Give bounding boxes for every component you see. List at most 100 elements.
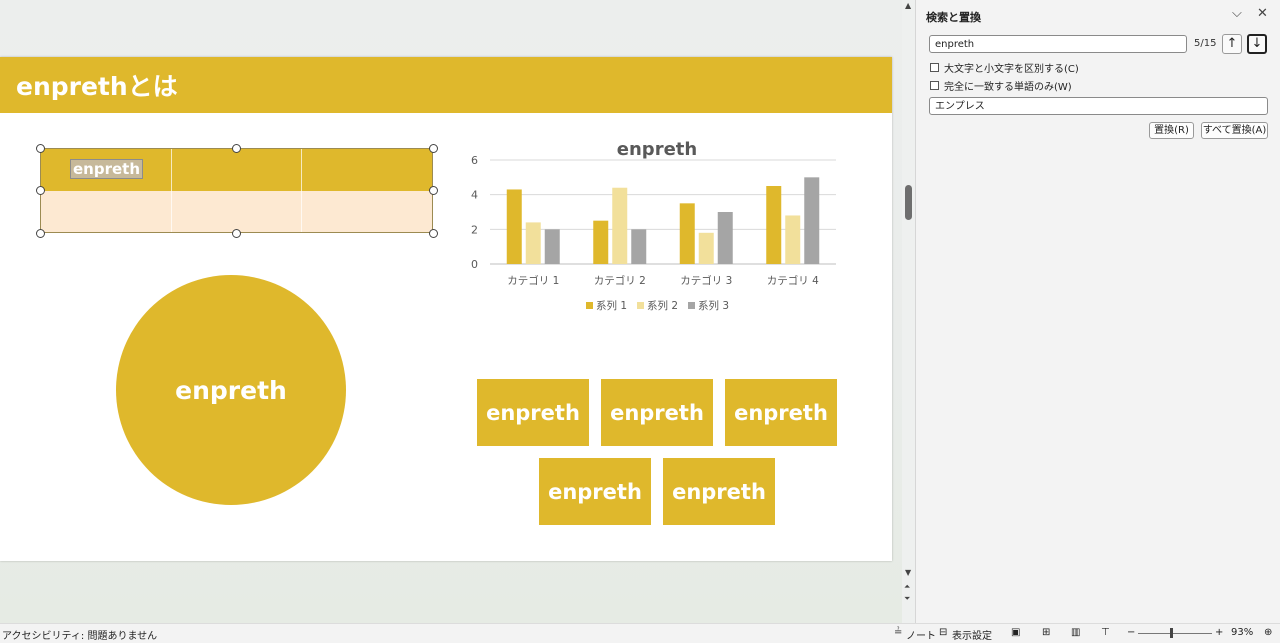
x-tick-label: カテゴリ 2 [594, 274, 646, 287]
match-case-label: 大文字と小文字を区別する(C) [944, 64, 1079, 75]
status-bar: アクセシビリティ: 問題ありません ≟ ノート ⊟ 表示設定 ▣ ⊞ ▥ ⊤ −… [0, 623, 1280, 643]
x-tick-label: カテゴリ 3 [680, 274, 732, 287]
reading-view-icon[interactable]: ▥ [1071, 627, 1080, 638]
legend-label: 系列 3 [698, 299, 729, 312]
text-box[interactable]: enpreth [725, 379, 837, 446]
whole-word-option[interactable]: 完全に一致する単語のみ(W) [930, 78, 1072, 93]
whole-word-label: 完全に一致する単語のみ(W) [944, 82, 1072, 93]
chart-bar [698, 232, 714, 264]
x-tick-label: カテゴリ 4 [767, 274, 819, 287]
resize-handle[interactable] [36, 229, 45, 238]
text-box-label: enpreth [486, 400, 580, 425]
text-box[interactable]: enpreth [477, 379, 589, 446]
slide-sorter-icon[interactable]: ⊞ [1042, 627, 1050, 638]
resize-handle[interactable] [232, 144, 241, 153]
chart-bar [612, 187, 628, 264]
y-tick-label: 4 [471, 189, 478, 202]
slide-table[interactable]: enpreth [40, 148, 433, 233]
text-box[interactable]: enpreth [663, 458, 775, 525]
circle-text: enpreth [175, 375, 287, 405]
slide-title[interactable]: enprethとは [16, 67, 178, 103]
resize-handle[interactable] [429, 229, 438, 238]
notes-button[interactable]: ノート [906, 627, 936, 642]
chart-bar [593, 220, 609, 264]
text-box-label: enpreth [610, 400, 704, 425]
text-box-label: enpreth [548, 479, 642, 504]
table-cell[interactable] [302, 149, 432, 191]
arrow-down-icon[interactable]: ↓ [1247, 34, 1267, 54]
notes-icon[interactable]: ≟ [894, 627, 902, 638]
table-cell[interactable] [172, 191, 303, 232]
replace-button[interactable]: 置換(R) [1149, 122, 1194, 139]
chart-bar [679, 203, 695, 264]
chart-bar [785, 215, 801, 264]
resize-handle[interactable] [36, 144, 45, 153]
scroll-up-icon[interactable]: ▲ [905, 1, 911, 10]
table-cell-text[interactable]: enpreth [69, 159, 144, 179]
y-tick-label: 6 [471, 154, 478, 167]
zoom-slider[interactable] [1138, 633, 1212, 634]
previous-slide-icon[interactable]: ⏶ [904, 582, 910, 592]
slide-canvas[interactable]: enprethとは enpreth enpreth enpreth 0 2 4 … [0, 0, 902, 623]
slideshow-icon[interactable]: ⊤ [1101, 627, 1110, 638]
arrow-up-icon[interactable]: ↑ [1222, 34, 1242, 54]
resize-handle[interactable] [232, 229, 241, 238]
display-settings-icon[interactable]: ⊟ [939, 627, 947, 638]
scroll-thumb[interactable] [905, 185, 912, 220]
legend-swatch [688, 302, 695, 309]
legend-swatch [586, 302, 593, 309]
chevron-down-icon[interactable]: ⌵ [1232, 6, 1242, 21]
slide[interactable]: enprethとは enpreth enpreth enpreth 0 2 4 … [0, 57, 892, 561]
chart-bar [506, 189, 522, 264]
resize-handle[interactable] [429, 144, 438, 153]
accessibility-status[interactable]: アクセシビリティ: 問題ありません [2, 627, 157, 642]
replace-all-button[interactable]: すべて置換(A) [1201, 122, 1268, 139]
find-input[interactable]: enpreth [929, 35, 1187, 53]
text-box-label: enpreth [734, 400, 828, 425]
table-cell[interactable] [302, 191, 432, 232]
resize-handle[interactable] [429, 186, 438, 195]
legend-label: 系列 1 [596, 299, 627, 312]
find-replace-pane: 検索と置換 ⌵ ✕ enpreth 5/15 ↑ ↓ 大文字と小文字を区別する(… [915, 0, 1280, 623]
bar-chart[interactable]: enpreth 0 2 4 6 カテゴリ 1 カテゴリ 2 カテゴリ 3 カテゴリ 4 系列 1… [462, 134, 852, 344]
replace-input[interactable]: エンプレス [929, 97, 1268, 115]
table-header-row: enpreth [41, 149, 432, 191]
legend-label: 系列 2 [647, 299, 678, 312]
text-box-label: enpreth [672, 479, 766, 504]
match-count: 5/15 [1194, 38, 1217, 49]
table-cell[interactable]: enpreth [41, 149, 172, 191]
y-tick-label: 2 [471, 223, 478, 236]
match-case-option[interactable]: 大文字と小文字を区別する(C) [930, 60, 1079, 75]
fit-to-window-icon[interactable]: ⊕ [1264, 627, 1272, 638]
match-case-checkbox[interactable] [930, 63, 939, 72]
table-cell[interactable] [172, 149, 303, 191]
chart-bar [804, 177, 820, 264]
text-box[interactable]: enpreth [539, 458, 651, 525]
text-box[interactable]: enpreth [601, 379, 713, 446]
zoom-slider-thumb[interactable] [1170, 628, 1173, 638]
close-icon[interactable]: ✕ [1257, 6, 1268, 21]
scroll-down-icon[interactable]: ▼ [905, 568, 911, 577]
legend-swatch [637, 302, 644, 309]
chart-bar [525, 222, 541, 264]
normal-view-icon[interactable]: ▣ [1011, 627, 1020, 638]
zoom-in-icon[interactable]: + [1215, 627, 1223, 638]
vertical-scrollbar[interactable]: ▲ ▼ ⏶ ⏷ [902, 0, 915, 623]
chart-bar [766, 186, 782, 264]
chart-bar [544, 229, 560, 264]
display-settings-button[interactable]: 表示設定 [952, 627, 992, 642]
y-tick-label: 0 [471, 258, 478, 271]
zoom-out-icon[interactable]: − [1127, 627, 1135, 638]
chart-bar [631, 229, 647, 264]
resize-handle[interactable] [36, 186, 45, 195]
zoom-level[interactable]: 93% [1231, 627, 1253, 638]
pane-title: 検索と置換 [926, 11, 981, 24]
chart-svg: 0 2 4 6 カテゴリ 1 カテゴリ 2 カテゴリ 3 カテゴリ 4 系列 1 系列 2 系列 3 [471, 154, 836, 312]
table-cell[interactable] [41, 191, 172, 232]
next-slide-icon[interactable]: ⏷ [904, 594, 910, 604]
circle-shape[interactable]: enpreth [116, 275, 346, 505]
table-body-row [41, 191, 432, 232]
x-tick-label: カテゴリ 1 [507, 274, 559, 287]
whole-word-checkbox[interactable] [930, 81, 939, 90]
title-bar: enprethとは [0, 57, 892, 113]
